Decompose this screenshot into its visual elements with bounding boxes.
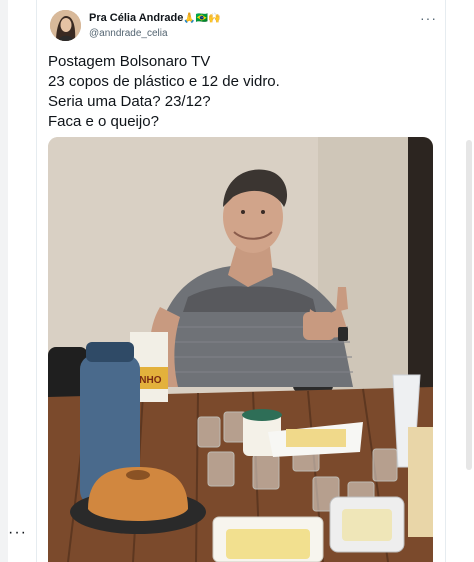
tweet-line: Faca e o queijo? — [48, 113, 159, 130]
tweet-line: Seria uma Data? 23/12? — [48, 93, 211, 110]
author-handle[interactable]: @anndrade_celia — [89, 28, 168, 39]
more-options-button[interactable]: ··· — [420, 10, 437, 26]
tweet-line: Postagem Bolsonaro TV — [48, 53, 211, 70]
side-more-menu[interactable]: ··· — [8, 524, 27, 542]
photo-illustration: INHO — [48, 137, 433, 562]
carton-label: INHO — [137, 375, 162, 386]
tweet-line: 23 copos de plástico e 12 de vidro. — [48, 73, 280, 90]
left-column-background — [0, 0, 8, 562]
avatar[interactable] — [50, 10, 81, 41]
author-name[interactable]: Pra Célia Andrade🙏🇧🇷🙌 — [89, 12, 221, 24]
author-emojis: 🙏🇧🇷🙌 — [183, 13, 221, 24]
author-display-name[interactable]: Pra Célia Andrade — [89, 12, 183, 24]
scrollbar-thumb[interactable] — [466, 140, 472, 470]
avatar-image — [50, 10, 81, 41]
tweet-photo[interactable]: INHO — [48, 137, 433, 562]
tweet-text: Postagem Bolsonaro TV 23 copos de plásti… — [48, 52, 280, 132]
